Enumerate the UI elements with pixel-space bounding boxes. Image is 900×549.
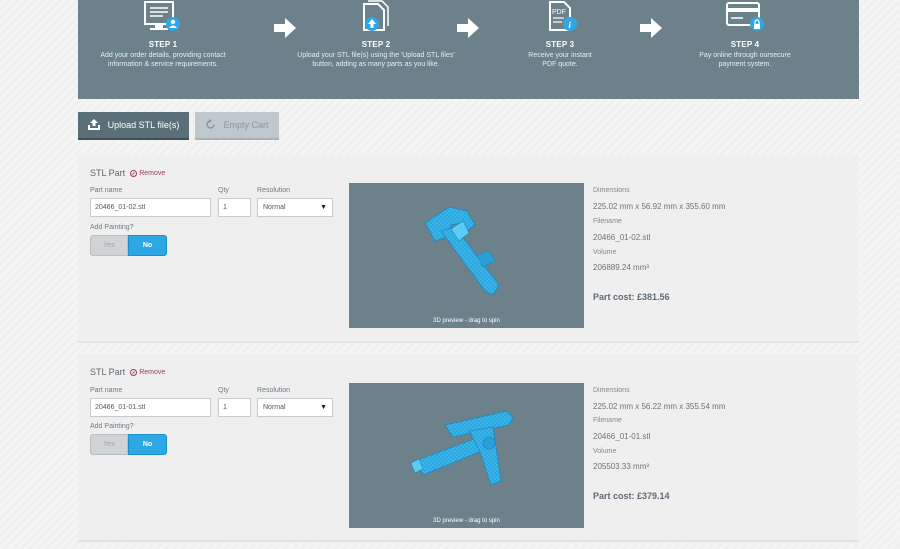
card-lock-icon — [719, 0, 771, 39]
step-desc-line: payment system. — [718, 61, 772, 68]
painting-yes-toggle[interactable]: Yes — [90, 434, 128, 455]
add-painting-label: Add Painting? — [90, 224, 134, 231]
stl-part-card: STL Part Remove Part name Qty Resolution… — [78, 155, 859, 343]
step-description: Add your order details, providing contac… — [78, 51, 248, 69]
part-name-label: Part name — [90, 387, 123, 394]
painting-no-toggle[interactable]: No — [128, 434, 167, 455]
part-cost: Part cost: £381.56 — [593, 292, 670, 302]
add-painting-label: Add Painting? — [90, 423, 134, 430]
dimensions-value: 225.02 mm x 56.22 mm x 355.54 mm — [593, 402, 726, 411]
step-desc-line: Pay online through oursecure — [699, 52, 791, 59]
remove-circle-icon — [130, 368, 138, 376]
3d-preview-viewport[interactable]: 3D preview - drag to spin — [349, 383, 584, 528]
resolution-select[interactable]: Normal ▼ — [257, 198, 333, 217]
part-name-input[interactable] — [90, 398, 211, 417]
step-description: Receive your instant PDF quote. — [475, 51, 645, 69]
part-title: STL Part Remove — [90, 168, 165, 178]
monitor-user-icon — [137, 0, 189, 39]
part-name-label: Part name — [90, 187, 123, 194]
volume-label: Volume — [593, 249, 617, 256]
volume-value: 205503.33 mm³ — [593, 462, 650, 471]
remove-label: Remove — [139, 368, 166, 376]
step-desc-line: Add your order details, providing contac… — [100, 52, 226, 59]
painting-no-toggle[interactable]: No — [128, 235, 167, 256]
3d-preview-viewport[interactable]: 3D preview - drag to spin — [349, 183, 584, 328]
step-desc-line: Upload your STL file(s) using the 'Uploa… — [297, 52, 455, 59]
filename-label: Filename — [593, 218, 622, 225]
svg-text:PDF: PDF — [552, 9, 566, 16]
upload-icon — [87, 118, 100, 132]
step-description: Upload your STL file(s) using the 'Uploa… — [291, 51, 461, 69]
filename-label: Filename — [593, 417, 622, 424]
dimensions-value: 225.02 mm x 56.92 mm x 355.60 mm — [593, 202, 726, 211]
qty-label: Qty — [218, 187, 229, 194]
remove-circle-icon — [130, 169, 138, 177]
resolution-value: Normal — [263, 204, 286, 211]
step-title: STEP 4 — [730, 40, 760, 49]
dimensions-label: Dimensions — [593, 387, 630, 394]
step-desc-line: button, adding as many parts as you like… — [312, 61, 440, 68]
qty-input[interactable] — [218, 198, 251, 217]
volume-label: Volume — [593, 448, 617, 455]
step-title: STEP 3 — [545, 40, 575, 49]
volume-value: 206889.24 mm³ — [593, 263, 650, 272]
empty-cart-label: Empty Cart — [223, 120, 269, 130]
part-title: STL Part Remove — [90, 367, 165, 377]
stl-model-preview — [410, 410, 514, 486]
part-title-text: STL Part — [90, 168, 126, 178]
stl-model-preview — [424, 206, 500, 296]
steps-banner: STEP 1 Add your order details, providing… — [78, 0, 859, 99]
pdf-info-icon: PDF i — [534, 0, 586, 39]
part-title-text: STL Part — [90, 367, 126, 377]
remove-link[interactable]: Remove — [130, 169, 166, 177]
qty-label: Qty — [218, 387, 229, 394]
upload-files-icon — [350, 0, 402, 39]
preview-caption: 3D preview - drag to spin — [433, 518, 500, 524]
filename-value: 20466_01-02.stl — [593, 233, 651, 242]
qty-input[interactable] — [218, 398, 251, 417]
caret-down-icon: ▼ — [320, 404, 327, 411]
arrow-right-icon — [640, 18, 662, 43]
part-cost: Part cost: £379.14 — [593, 491, 670, 501]
remove-link[interactable]: Remove — [130, 368, 166, 376]
resolution-label: Resolution — [257, 387, 291, 394]
resolution-value: Normal — [263, 404, 286, 411]
dimensions-label: Dimensions — [593, 187, 630, 194]
step-description: Pay online through oursecure payment sys… — [660, 51, 830, 69]
step-title: STEP 2 — [361, 40, 391, 49]
empty-cart-button[interactable]: Empty Cart — [195, 112, 279, 138]
step-desc-line: Receive your instant — [528, 52, 592, 59]
step-desc-line: PDF quote. — [542, 61, 578, 68]
step-title: STEP 1 — [148, 40, 178, 49]
resolution-select[interactable]: Normal ▼ — [257, 398, 333, 417]
remove-label: Remove — [139, 169, 166, 177]
stl-part-card: STL Part Remove Part name Qty Resolution… — [78, 354, 859, 542]
painting-yes-toggle[interactable]: Yes — [90, 235, 128, 256]
upload-stl-label: Upload STL file(s) — [107, 120, 180, 130]
resolution-label: Resolution — [257, 187, 291, 194]
upload-stl-button[interactable]: Upload STL file(s) — [78, 112, 189, 138]
filename-value: 20466_01-01.stl — [593, 432, 651, 441]
refresh-icon — [205, 118, 216, 132]
step-desc-line: information & service requirements. — [107, 61, 219, 68]
part-name-input[interactable] — [90, 198, 211, 217]
caret-down-icon: ▼ — [320, 204, 327, 211]
preview-caption: 3D preview - drag to spin — [433, 318, 500, 324]
